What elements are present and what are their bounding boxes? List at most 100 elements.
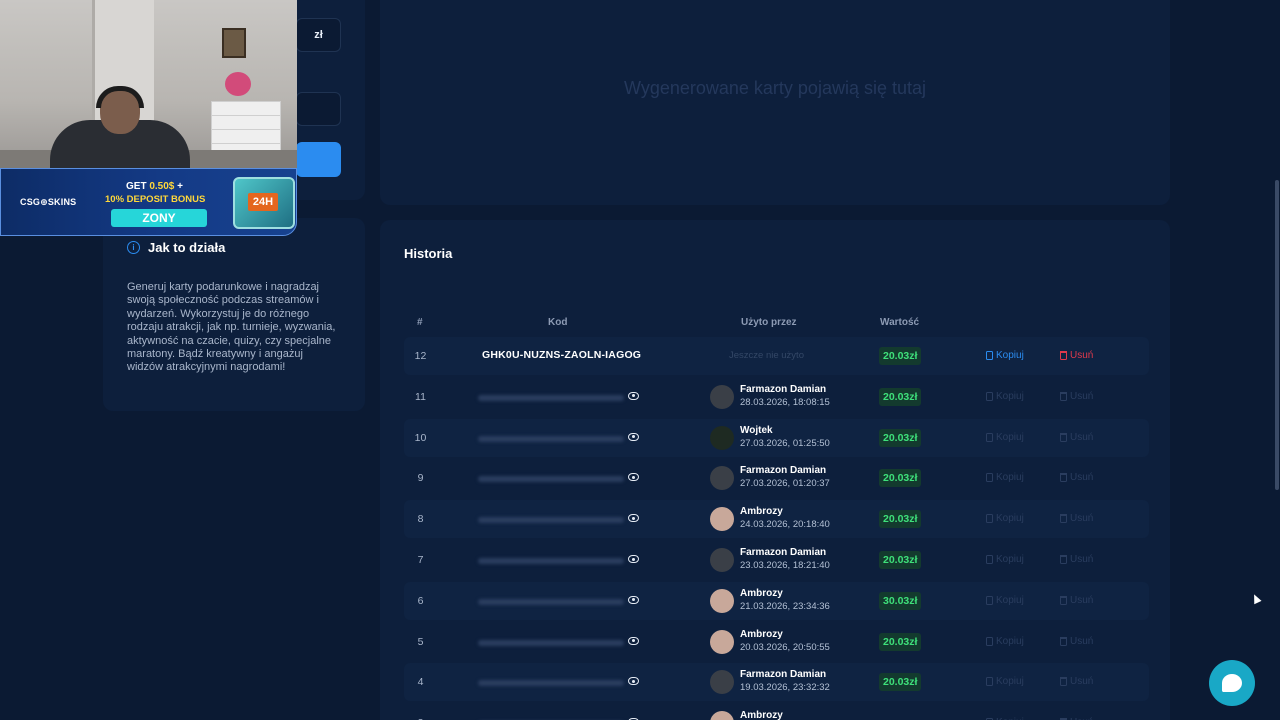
trash-icon xyxy=(1060,555,1067,564)
value-badge: 20.03zł xyxy=(879,551,922,569)
value-badge: 20.03zł xyxy=(879,387,922,406)
avatar xyxy=(710,670,734,695)
copy-button[interactable]: Kopiuj xyxy=(986,636,1024,647)
avatar xyxy=(710,425,734,450)
avatar xyxy=(710,629,734,654)
delete-button[interactable]: Usuń xyxy=(1060,350,1093,361)
clipboard-icon xyxy=(986,473,993,483)
used-at-date: 19.03.2026, 23:32:32 xyxy=(740,682,830,694)
trash-icon xyxy=(1060,677,1067,687)
used-at-date: 20.03.2026, 20:50:55 xyxy=(740,641,830,653)
sponsor-code: ZONY xyxy=(111,209,207,227)
amount-input[interactable] xyxy=(296,92,341,126)
used-at-date: 24.03.2026, 20:18:40 xyxy=(740,519,830,531)
hidden-card-code xyxy=(478,639,624,646)
not-used-label: Jeszcze nie użyto xyxy=(729,350,804,361)
used-at-date: 21.03.2026, 23:34:36 xyxy=(740,600,830,612)
sponsor-bonus-text: 10% DEPOSIT BONUS xyxy=(105,194,206,205)
row-number: 5 xyxy=(417,635,424,648)
copy-button[interactable]: Kopiuj xyxy=(986,350,1024,361)
mouse-cursor-icon xyxy=(1250,592,1262,605)
table-row: 11 Farmazon Damian 28.03.2026, 18:08:15 20.… xyxy=(404,378,1149,416)
value-badge: 30.03zł xyxy=(879,591,922,610)
copy-button[interactable]: Kopiuj xyxy=(986,554,1024,565)
avatar xyxy=(710,588,734,613)
sponsor-logo: CSG⊕SKINS xyxy=(20,197,77,207)
value-badge: 20.03zł xyxy=(879,347,922,365)
delete-button[interactable]: Usuń xyxy=(1060,636,1093,647)
trash-icon xyxy=(1060,432,1067,442)
copy-button[interactable]: Kopiuj xyxy=(986,432,1024,443)
currency-label: zł xyxy=(296,18,341,52)
trash-icon xyxy=(1060,514,1067,524)
delete-button[interactable]: Usuń xyxy=(1060,472,1093,483)
chat-button[interactable] xyxy=(1209,660,1255,706)
value-badge: 20.03zł xyxy=(879,673,922,692)
used-by-name: Ambrozy xyxy=(740,506,783,518)
used-at-date: 23.03.2026, 18:21:40 xyxy=(740,560,830,571)
trash-icon xyxy=(1060,351,1067,360)
table-row: 6 Ambrozy 21.03.2026, 23:34:36 30.03zł Kopiu… xyxy=(404,581,1149,620)
how-it-works-text: Generuj karty podarunkowe i nagradzaj sw… xyxy=(127,281,336,374)
delete-button[interactable]: Usuń xyxy=(1060,432,1093,443)
eye-icon[interactable] xyxy=(628,595,639,604)
eye-icon[interactable] xyxy=(628,514,639,523)
delete-button[interactable]: Usuń xyxy=(1060,513,1093,524)
copy-button[interactable]: Kopiuj xyxy=(986,676,1024,687)
eye-icon[interactable] xyxy=(628,391,639,400)
delete-button[interactable]: Usuń xyxy=(1060,554,1093,565)
copy-button[interactable]: Kopiuj xyxy=(986,513,1024,524)
row-number: 11 xyxy=(415,390,426,403)
sponsor-banner[interactable]: CSG⊕SKINS GET 0.50$ + 10% DEPOSIT BONUS … xyxy=(0,168,297,236)
scrollbar-thumb[interactable] xyxy=(1275,180,1279,490)
row-number: 8 xyxy=(417,513,424,526)
table-row: 7 Farmazon Damian 23.03.2026, 18:21:40 20.0… xyxy=(404,541,1149,579)
used-by-name: Farmazon Damian xyxy=(740,383,827,395)
webcam-overlay xyxy=(0,0,297,168)
trash-icon xyxy=(1060,595,1067,605)
table-row: 9 Farmazon Damian 27.03.2026, 01:20:37 20.0… xyxy=(404,459,1149,497)
delete-button[interactable]: Usuń xyxy=(1060,391,1093,402)
eye-icon[interactable] xyxy=(628,636,639,645)
used-by-name: Ambrozy xyxy=(740,587,783,599)
used-by-name: Ambrozy xyxy=(740,710,783,720)
avatar xyxy=(710,384,734,409)
eye-icon[interactable] xyxy=(628,677,639,686)
sponsor-case-image: 24H xyxy=(233,177,295,229)
table-row: 4 Farmazon Damian 19.03.2026, 23:32:32 20.0… xyxy=(404,663,1149,702)
delete-button[interactable]: Usuń xyxy=(1060,676,1093,687)
row-number: 10 xyxy=(414,431,427,444)
col-header-value: Wartość xyxy=(880,317,920,328)
generated-cards-panel: Wygenerowane karty pojawią się tutaj xyxy=(380,0,1170,205)
col-header-num: # xyxy=(417,317,423,328)
hidden-card-code xyxy=(478,435,624,442)
generate-button[interactable] xyxy=(296,142,341,177)
used-by-name: Ambrozy xyxy=(740,628,783,640)
copy-button[interactable]: Kopiuj xyxy=(986,472,1024,483)
used-at-date: 27.03.2026, 01:25:50 xyxy=(740,437,830,449)
clipboard-icon xyxy=(986,636,993,646)
eye-icon[interactable] xyxy=(628,432,639,441)
col-header-code: Kod xyxy=(548,317,568,328)
clipboard-icon xyxy=(986,595,993,605)
copy-button[interactable]: Kopiuj xyxy=(986,595,1024,606)
table-row: 3AmbrozyKopiujUsuń xyxy=(404,704,1149,720)
delete-button[interactable]: Usuń xyxy=(1060,595,1093,606)
clipboard-icon xyxy=(986,391,993,401)
hidden-card-code xyxy=(478,394,624,401)
value-badge: 20.03zł xyxy=(879,428,922,447)
trash-icon xyxy=(1060,473,1067,483)
hidden-card-code xyxy=(478,598,624,605)
table-row: 12 GHK0U-NUZNS-ZAOLN-IAGOG Jeszcze nie uży… xyxy=(404,337,1149,375)
copy-button[interactable]: Kopiuj xyxy=(986,391,1024,402)
eye-icon[interactable] xyxy=(628,555,639,563)
generated-placeholder: Wygenerowane karty pojawią się tutaj xyxy=(624,78,926,98)
hidden-card-code xyxy=(478,680,624,687)
clipboard-icon xyxy=(986,555,993,564)
hidden-card-code xyxy=(478,558,624,564)
avatar xyxy=(710,548,734,572)
value-badge: 20.03zł xyxy=(879,510,922,529)
used-at-date: 28.03.2026, 18:08:15 xyxy=(740,396,830,408)
col-header-used-by: Użyto przez xyxy=(741,317,797,328)
eye-icon[interactable] xyxy=(628,473,639,482)
